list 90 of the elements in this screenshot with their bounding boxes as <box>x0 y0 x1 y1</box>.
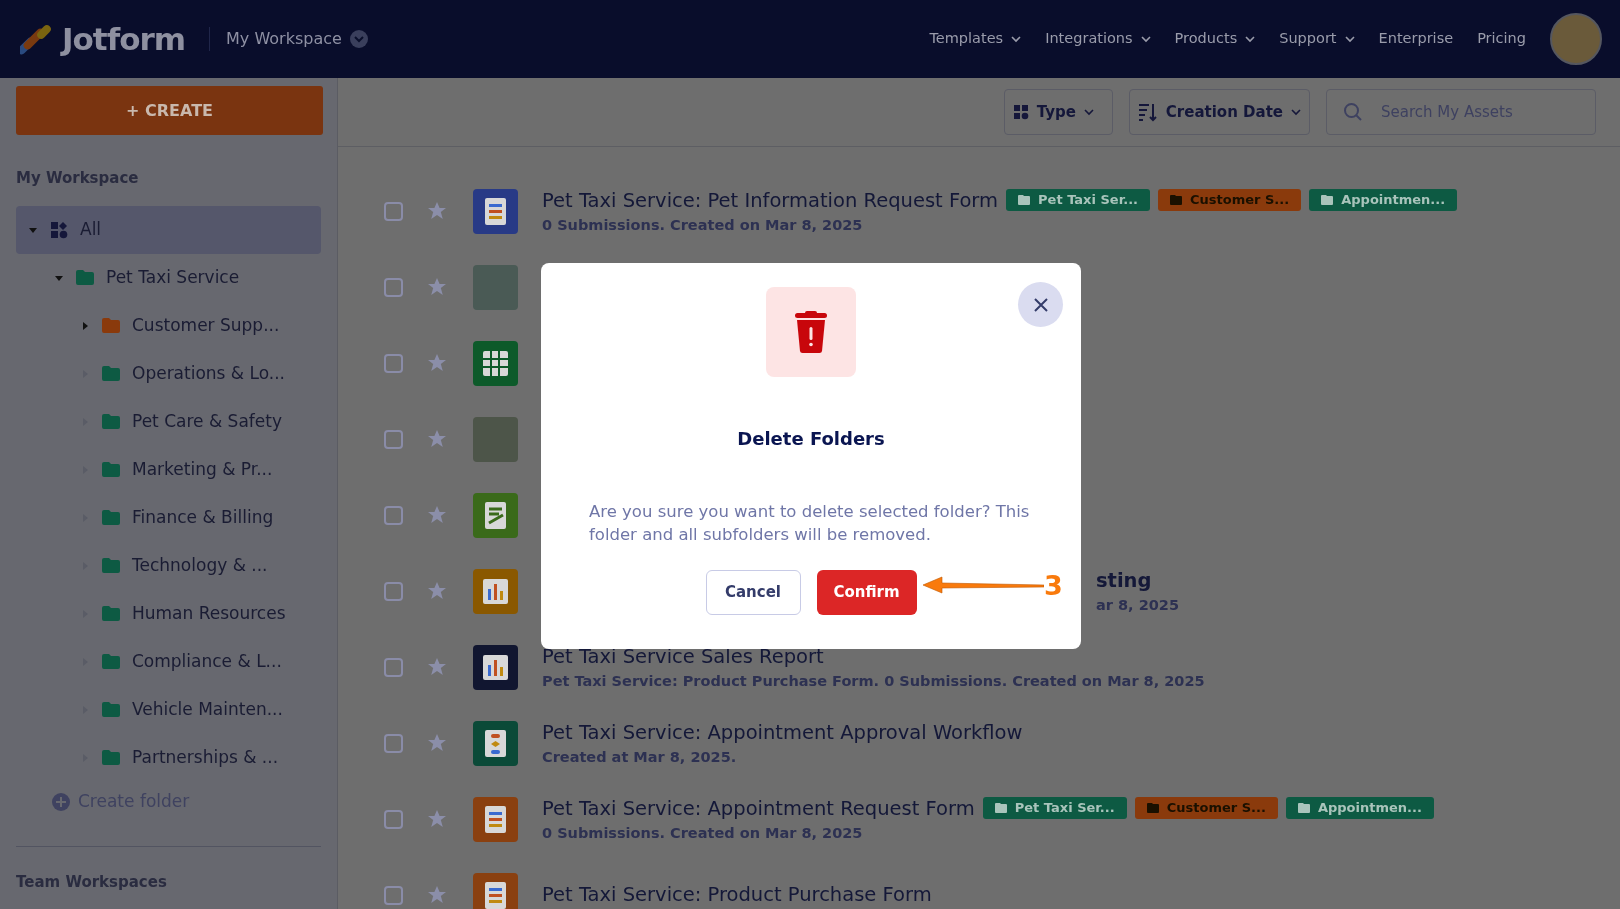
tree-item[interactable]: Marketing & Pr... <box>16 445 321 494</box>
checkbox[interactable] <box>384 201 403 221</box>
grid-icon <box>50 220 68 239</box>
folder-tag: Appointmen... <box>1285 797 1434 820</box>
nav-link[interactable]: Templates <box>929 28 1022 50</box>
star-icon[interactable] <box>427 429 447 449</box>
nav-link[interactable]: Enterprise <box>1378 28 1454 50</box>
user-avatar[interactable] <box>1550 13 1602 65</box>
search-icon <box>1343 102 1363 122</box>
tree-item[interactable]: Pet Taxi Service <box>16 253 321 302</box>
sort-icon <box>1137 102 1158 122</box>
tree-item[interactable]: Partnerships & ... <box>16 733 321 782</box>
confirm-button[interactable]: Confirm <box>816 570 917 616</box>
asset-title[interactable]: Pet Taxi Service: Pet Information Request Form <box>542 185 999 215</box>
nav-link[interactable]: Pricing <box>1477 28 1526 50</box>
sidebar-heading: My Workspace <box>16 168 140 189</box>
checkbox[interactable] <box>384 809 403 829</box>
checkbox[interactable] <box>384 277 403 297</box>
dialog-message: Are you sure you want to delete selected folder? This folder and all subfolders will be removed. <box>588 501 1031 547</box>
star-icon[interactable] <box>427 809 447 829</box>
tree-item[interactable]: Technology & ... <box>16 541 321 590</box>
logo-icon <box>20 22 54 56</box>
tree-item[interactable]: Pet Care & Safety <box>16 397 321 446</box>
folder-icon <box>1321 195 1334 206</box>
asset-details: 0 Submissions. Created on Mar 8, 2025 <box>542 823 864 843</box>
asset-title[interactable]: Pet Taxi Service: Appointment Approval Workflow <box>542 717 1023 747</box>
nav-link[interactable]: Integrations <box>1045 28 1151 50</box>
checkbox[interactable] <box>384 657 403 677</box>
star-icon[interactable] <box>427 277 447 297</box>
sidebar-heading: Team Workspaces <box>16 871 168 893</box>
folder-tag: Customer S... <box>1134 797 1278 820</box>
asset-details: Pet Taxi Service: Product Purchase Form. 0 Submissions. Created on Mar 8, 2025 <box>542 671 1205 691</box>
tree-item[interactable]: Human Resources <box>16 589 321 638</box>
star-icon[interactable] <box>427 885 447 905</box>
asset-title[interactable]: sting <box>1096 565 1152 595</box>
chevron-down-icon <box>1245 35 1256 43</box>
folder-tag: Pet Taxi Ser... <box>1006 189 1151 212</box>
tree-item[interactable]: All <box>16 205 321 254</box>
star-icon[interactable] <box>427 201 447 221</box>
chevron-down-icon <box>1011 35 1022 43</box>
trash-alert-icon <box>793 311 829 353</box>
folder-icon <box>994 803 1007 814</box>
checkbox[interactable] <box>384 733 403 753</box>
asset-details: 0 Submissions. Created on Mar 8, 2025 <box>542 215 864 235</box>
tree-item[interactable]: Customer Supp... <box>16 301 321 350</box>
tree-item[interactable]: Compliance & L... <box>16 637 321 686</box>
nav-link[interactable]: Products <box>1174 28 1256 50</box>
checkbox[interactable] <box>384 885 403 905</box>
step-number: 3 <box>1044 572 1063 599</box>
star-icon[interactable] <box>427 353 447 373</box>
chevron-down-icon[interactable] <box>349 30 368 48</box>
workspace-label[interactable]: My Workspace <box>226 27 342 51</box>
chevron-down-icon <box>1140 35 1151 43</box>
cancel-button[interactable]: Cancel <box>705 570 801 616</box>
sort-button[interactable]: Creation Date <box>1128 89 1310 135</box>
folder-tag: Appointmen... <box>1309 189 1458 212</box>
star-icon[interactable] <box>427 733 447 753</box>
asset-details: Created at Mar 8, 2025. <box>542 747 738 767</box>
asset-details: ar 8, 2025 <box>1096 595 1179 615</box>
chevron-down-icon <box>1291 108 1301 116</box>
folder-tag: Pet Taxi Ser... <box>982 797 1127 820</box>
folder-icon <box>1297 803 1310 814</box>
checkbox[interactable] <box>384 429 403 449</box>
tree-item[interactable]: Vehicle Mainten... <box>16 685 321 734</box>
type-filter-button[interactable]: Type <box>1003 89 1113 135</box>
checkbox[interactable] <box>384 353 403 373</box>
folder-tag: Customer S... <box>1158 189 1302 212</box>
plus-circle-icon <box>52 792 70 811</box>
asset-title[interactable]: Pet Taxi Service: Product Purchase Form <box>542 880 932 909</box>
checkbox[interactable] <box>384 581 403 601</box>
tree-item[interactable]: Finance & Billing <box>16 493 321 542</box>
star-icon[interactable] <box>427 581 447 601</box>
folder-icon <box>1018 195 1031 206</box>
chevron-down-icon <box>1084 108 1094 116</box>
caret-icon <box>80 320 90 331</box>
folder-icon <box>1170 195 1183 206</box>
create-button[interactable]: + CREATE <box>16 86 323 135</box>
nav-link[interactable]: Support <box>1279 28 1355 50</box>
dialog-title: Delete Folders <box>737 427 885 451</box>
grid-icon <box>1012 104 1029 120</box>
chevron-down-icon <box>1344 35 1355 43</box>
checkbox[interactable] <box>384 505 403 525</box>
tree-item[interactable]: Operations & Lo... <box>16 349 321 398</box>
folder-icon <box>1146 803 1159 814</box>
asset-title[interactable]: Pet Taxi Service: Appointment Request Form <box>542 793 975 823</box>
logo-text: Jotform <box>62 19 186 59</box>
star-icon[interactable] <box>427 657 447 677</box>
star-icon[interactable] <box>427 505 447 525</box>
close-icon[interactable] <box>1033 297 1048 312</box>
close-button[interactable] <box>1018 282 1063 327</box>
